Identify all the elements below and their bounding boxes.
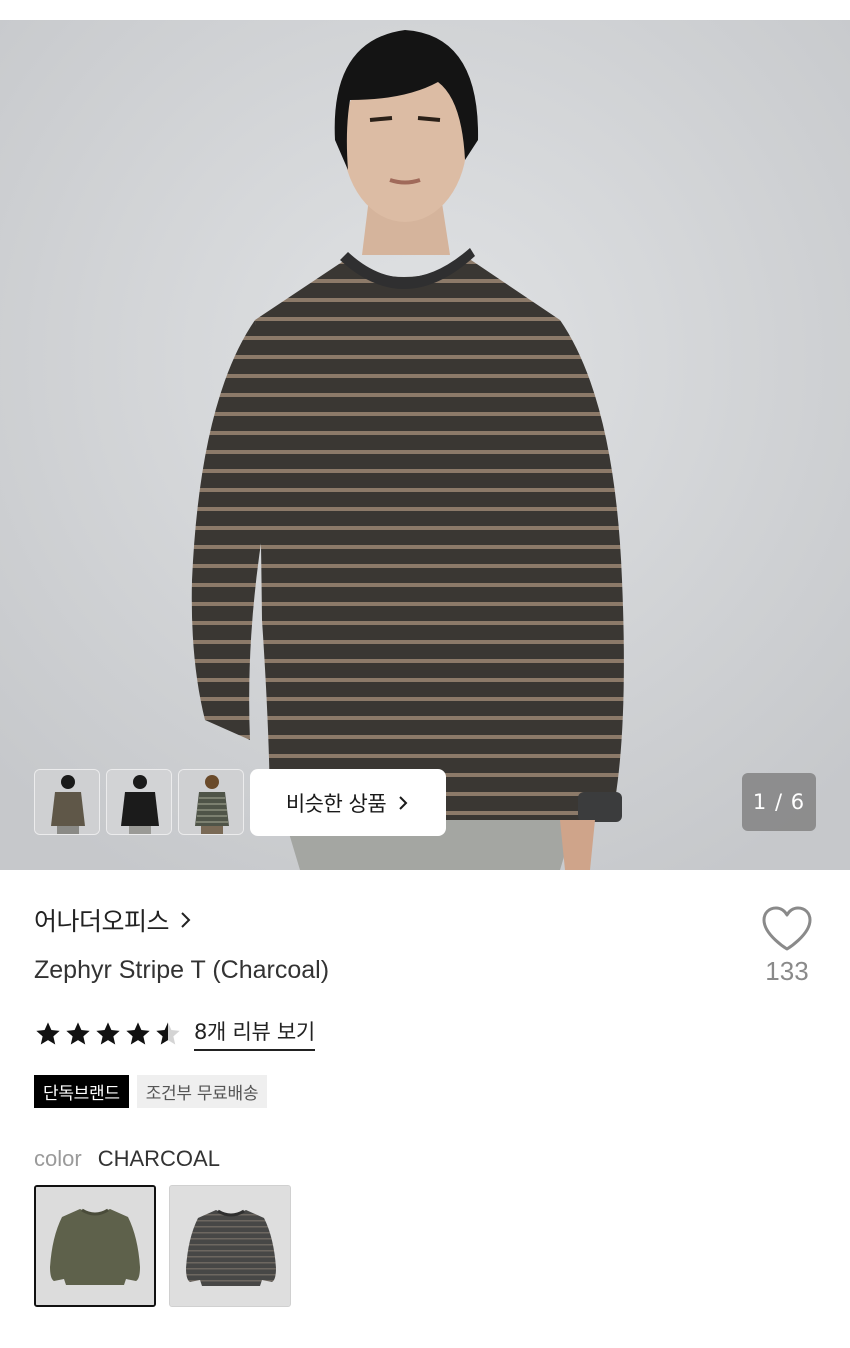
thumbnail-olive-image — [35, 770, 99, 834]
similar-products-button[interactable]: 비슷한 상품 — [250, 769, 446, 836]
star-full-icon — [126, 1021, 150, 1044]
like-count: 133 — [765, 956, 809, 986]
model-photo — [0, 20, 850, 870]
heart-outline-icon — [762, 906, 812, 951]
color-selector-label: color CHARCOAL — [34, 1146, 220, 1172]
color-option-charcoal[interactable] — [169, 1185, 291, 1307]
exclusive-brand-badge: 단독브랜드 — [34, 1075, 129, 1108]
color-label: color — [34, 1146, 82, 1171]
rating-row: 8개 리뷰 보기 — [34, 1016, 315, 1051]
color-option-olive[interactable] — [34, 1185, 156, 1307]
star-rating — [34, 1020, 182, 1048]
free-shipping-badge: 조건부 무료배송 — [136, 1075, 268, 1108]
star-full-icon — [96, 1021, 120, 1044]
chevron-right-icon — [181, 912, 191, 928]
color-value: CHARCOAL — [97, 1146, 220, 1171]
similar-products-label: 비슷한 상품 — [285, 791, 387, 816]
product-main-image[interactable] — [0, 20, 850, 870]
product-title: Zephyr Stripe T (Charcoal) — [34, 956, 330, 984]
review-link[interactable]: 8개 리뷰 보기 — [194, 1016, 315, 1051]
like-button[interactable]: 133 — [752, 906, 822, 987]
gallery-thumbnail-2[interactable] — [106, 769, 172, 835]
charcoal-shirt-image — [170, 1186, 290, 1306]
gallery-thumbnail-1[interactable] — [34, 769, 100, 835]
gallery-thumbnail-3[interactable] — [178, 769, 244, 835]
badge-row: 단독브랜드 조건부 무료배송 — [34, 1075, 268, 1108]
thumbnail-stripe-image — [179, 770, 243, 834]
thumbnail-black-image — [107, 770, 171, 834]
image-page-counter: 1 / 6 — [742, 773, 816, 831]
olive-shirt-image — [36, 1187, 154, 1305]
star-full-icon — [66, 1021, 90, 1044]
top-strip — [0, 0, 850, 20]
chevron-right-icon — [399, 795, 408, 810]
star-full-icon — [36, 1021, 60, 1044]
brand-name: 어나더오피스 — [34, 907, 170, 936]
brand-link[interactable]: 어나더오피스 — [34, 902, 193, 938]
star-half-icon — [156, 1021, 180, 1044]
